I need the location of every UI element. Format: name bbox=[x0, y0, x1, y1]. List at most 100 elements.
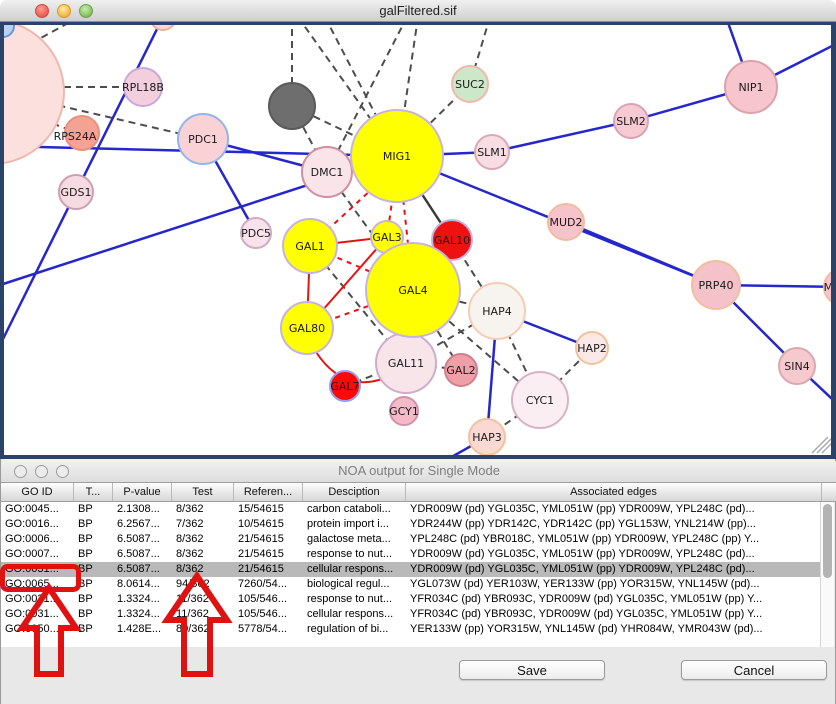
cell-edges: YFR034C (pd) YBR093C, YDR009W (pd) YGL03… bbox=[406, 592, 822, 607]
node-label-GDS1: GDS1 bbox=[61, 186, 92, 199]
cell-test: 8/362 bbox=[172, 532, 234, 547]
column-header-test[interactable]: Test bbox=[172, 483, 234, 501]
cell-p: 6.5087... bbox=[113, 547, 172, 562]
cell-p: 1.3324... bbox=[113, 592, 172, 607]
cell-ref: 105/546... bbox=[234, 592, 303, 607]
cell-ref: 7260/54... bbox=[234, 577, 303, 592]
table-row-5[interactable]: GO:0031...BP6.5087...8/36221/54615cellul… bbox=[1, 562, 822, 577]
cell-type: BP bbox=[74, 517, 113, 532]
cell-desc: protein import i... bbox=[303, 517, 406, 532]
column-header-edges[interactable]: Associated edges bbox=[406, 483, 822, 501]
save-button[interactable]: Save bbox=[459, 660, 605, 680]
cell-type: BP bbox=[74, 532, 113, 547]
node-label-GAL80: GAL80 bbox=[289, 322, 325, 335]
cell-edges: YDR244W (pp) YDR142C, YDR142C (pp) YGL15… bbox=[406, 517, 822, 532]
cell-go: GO:0031... bbox=[1, 592, 74, 607]
node-label-RPL18B: RPL18B bbox=[122, 81, 164, 94]
cell-test: 8/362 bbox=[172, 547, 234, 562]
cell-type: BP bbox=[74, 547, 113, 562]
cell-go: GO:0031... bbox=[1, 607, 74, 622]
canvas-border-left bbox=[0, 22, 4, 459]
vertical-scrollbar[interactable] bbox=[820, 502, 834, 647]
noa-window-title: NOA output for Single Mode bbox=[1, 463, 836, 478]
node-label-GCY1: GCY1 bbox=[389, 405, 419, 418]
cell-edges: YDR009W (pd) YGL035C, YML051W (pp) YDR00… bbox=[406, 547, 822, 562]
cell-ref: 5778/54... bbox=[234, 622, 303, 637]
cell-desc: galactose meta... bbox=[303, 532, 406, 547]
cancel-button[interactable]: Cancel bbox=[681, 660, 827, 680]
node-label-RPS24A: RPS24A bbox=[54, 130, 97, 143]
cell-edges: YDR009W (pd) YGL035C, YML051W (pp) YDR00… bbox=[406, 502, 822, 517]
graph-window-titlebar[interactable]: galFiltered.sif bbox=[0, 0, 836, 22]
node-label-HAP2: HAP2 bbox=[577, 342, 606, 355]
table-row-1[interactable]: GO:0045...BP2.1308...8/36215/54615carbon… bbox=[1, 502, 822, 517]
cell-ref: 10/54615 bbox=[234, 517, 303, 532]
cell-edges: YGL073W (pd) YER103W, YER133W (pp) YOR31… bbox=[406, 577, 822, 592]
table-row-3[interactable]: GO:0006...BP6.5087...8/36221/54615galact… bbox=[1, 532, 822, 547]
cell-p: 8.0614... bbox=[113, 577, 172, 592]
cell-go: GO:0007... bbox=[1, 547, 74, 562]
cell-type: BP bbox=[74, 622, 113, 637]
column-header-p[interactable]: P-value bbox=[113, 483, 172, 501]
screen: galFiltered.sif RPL18BRPS24AGDS1PDC1PDC5… bbox=[0, 0, 836, 704]
cell-go: GO:0065... bbox=[1, 577, 74, 592]
node-label-GAL10: GAL10 bbox=[434, 234, 470, 247]
node-gray-node[interactable] bbox=[269, 83, 315, 129]
cell-ref: 21/54615 bbox=[234, 532, 303, 547]
cell-ref: 21/54615 bbox=[234, 562, 303, 577]
cell-p: 1.3324... bbox=[113, 607, 172, 622]
node-label-PRP40: PRP40 bbox=[699, 279, 734, 292]
node-label-SLM1: SLM1 bbox=[477, 146, 507, 159]
column-header-ref[interactable]: Referen... bbox=[234, 483, 303, 501]
scrollbar-thumb[interactable] bbox=[823, 504, 832, 578]
node-label-DMC1: DMC1 bbox=[311, 166, 344, 179]
cell-desc: biological regul... bbox=[303, 577, 406, 592]
cell-desc: response to nut... bbox=[303, 592, 406, 607]
table-row-2[interactable]: GO:0016...BP6.2567...7/36210/54615protei… bbox=[1, 517, 822, 532]
table-row-4[interactable]: GO:0007...BP6.5087...8/36221/54615respon… bbox=[1, 547, 822, 562]
graph-window: galFiltered.sif RPL18BRPS24AGDS1PDC1PDC5… bbox=[0, 0, 836, 459]
node-label-MIG1: MIG1 bbox=[383, 150, 411, 163]
node-label-SUC2: SUC2 bbox=[455, 78, 485, 91]
cell-p: 6.2567... bbox=[113, 517, 172, 532]
cell-test: 8/362 bbox=[172, 562, 234, 577]
table-body: GO:0045...BP2.1308...8/36215/54615carbon… bbox=[1, 502, 822, 647]
cell-p: 1.428E... bbox=[113, 622, 172, 637]
network-canvas[interactable]: RPL18BRPS24AGDS1PDC1PDC5DMC1MIG1SUC2SLM1… bbox=[0, 22, 836, 455]
table-row-7[interactable]: GO:0031...BP1.3324...11/362105/546...res… bbox=[1, 592, 822, 607]
node-label-CYC1: CYC1 bbox=[526, 394, 554, 407]
node-label-GAL11: GAL11 bbox=[388, 357, 424, 370]
noa-window: NOA output for Single Mode GO IDT...P-va… bbox=[0, 459, 836, 704]
noa-window-titlebar[interactable]: NOA output for Single Mode bbox=[1, 459, 836, 483]
node-label-SLM2: SLM2 bbox=[616, 115, 646, 128]
cell-desc: regulation of bi... bbox=[303, 622, 406, 637]
cell-go: GO:0045... bbox=[1, 502, 74, 517]
table-row-9[interactable]: GO:0050...BP1.428E...80/3625778/54...reg… bbox=[1, 622, 822, 637]
cell-p: 2.1308... bbox=[113, 502, 172, 517]
cell-go: GO:0016... bbox=[1, 517, 74, 532]
cell-desc: cellular respons... bbox=[303, 607, 406, 622]
column-header-type[interactable]: T... bbox=[74, 483, 113, 501]
cell-go: GO:0006... bbox=[1, 532, 74, 547]
cell-test: 11/362 bbox=[172, 607, 234, 622]
cell-type: BP bbox=[74, 502, 113, 517]
node-label-PDC5: PDC5 bbox=[241, 227, 271, 240]
cell-go: GO:0031... bbox=[1, 562, 74, 577]
cell-go: GO:0050... bbox=[1, 622, 74, 637]
button-row: Save Cancel bbox=[1, 660, 836, 684]
cell-edges: YDR009W (pd) YGL035C, YML051W (pp) YDR00… bbox=[406, 562, 822, 577]
table-header: GO IDT...P-valueTestReferen...Desciption… bbox=[1, 483, 836, 502]
network-graph: RPL18BRPS24AGDS1PDC1PDC5DMC1MIG1SUC2SLM1… bbox=[0, 22, 836, 455]
cell-test: 80/362 bbox=[172, 622, 234, 637]
table-row-8[interactable]: GO:0031...BP1.3324...11/362105/546...cel… bbox=[1, 607, 822, 622]
cell-test: 94/362 bbox=[172, 577, 234, 592]
cell-type: BP bbox=[74, 592, 113, 607]
column-header-go[interactable]: GO ID bbox=[1, 483, 74, 501]
cell-desc: response to nut... bbox=[303, 547, 406, 562]
cell-p: 6.5087... bbox=[113, 562, 172, 577]
node-label-GAL3: GAL3 bbox=[372, 231, 401, 244]
node-label-MUD2: MUD2 bbox=[549, 216, 582, 229]
cell-test: 7/362 bbox=[172, 517, 234, 532]
column-header-desc[interactable]: Desciption bbox=[303, 483, 406, 501]
table-row-6[interactable]: GO:0065...BP8.0614...94/3627260/54...bio… bbox=[1, 577, 822, 592]
